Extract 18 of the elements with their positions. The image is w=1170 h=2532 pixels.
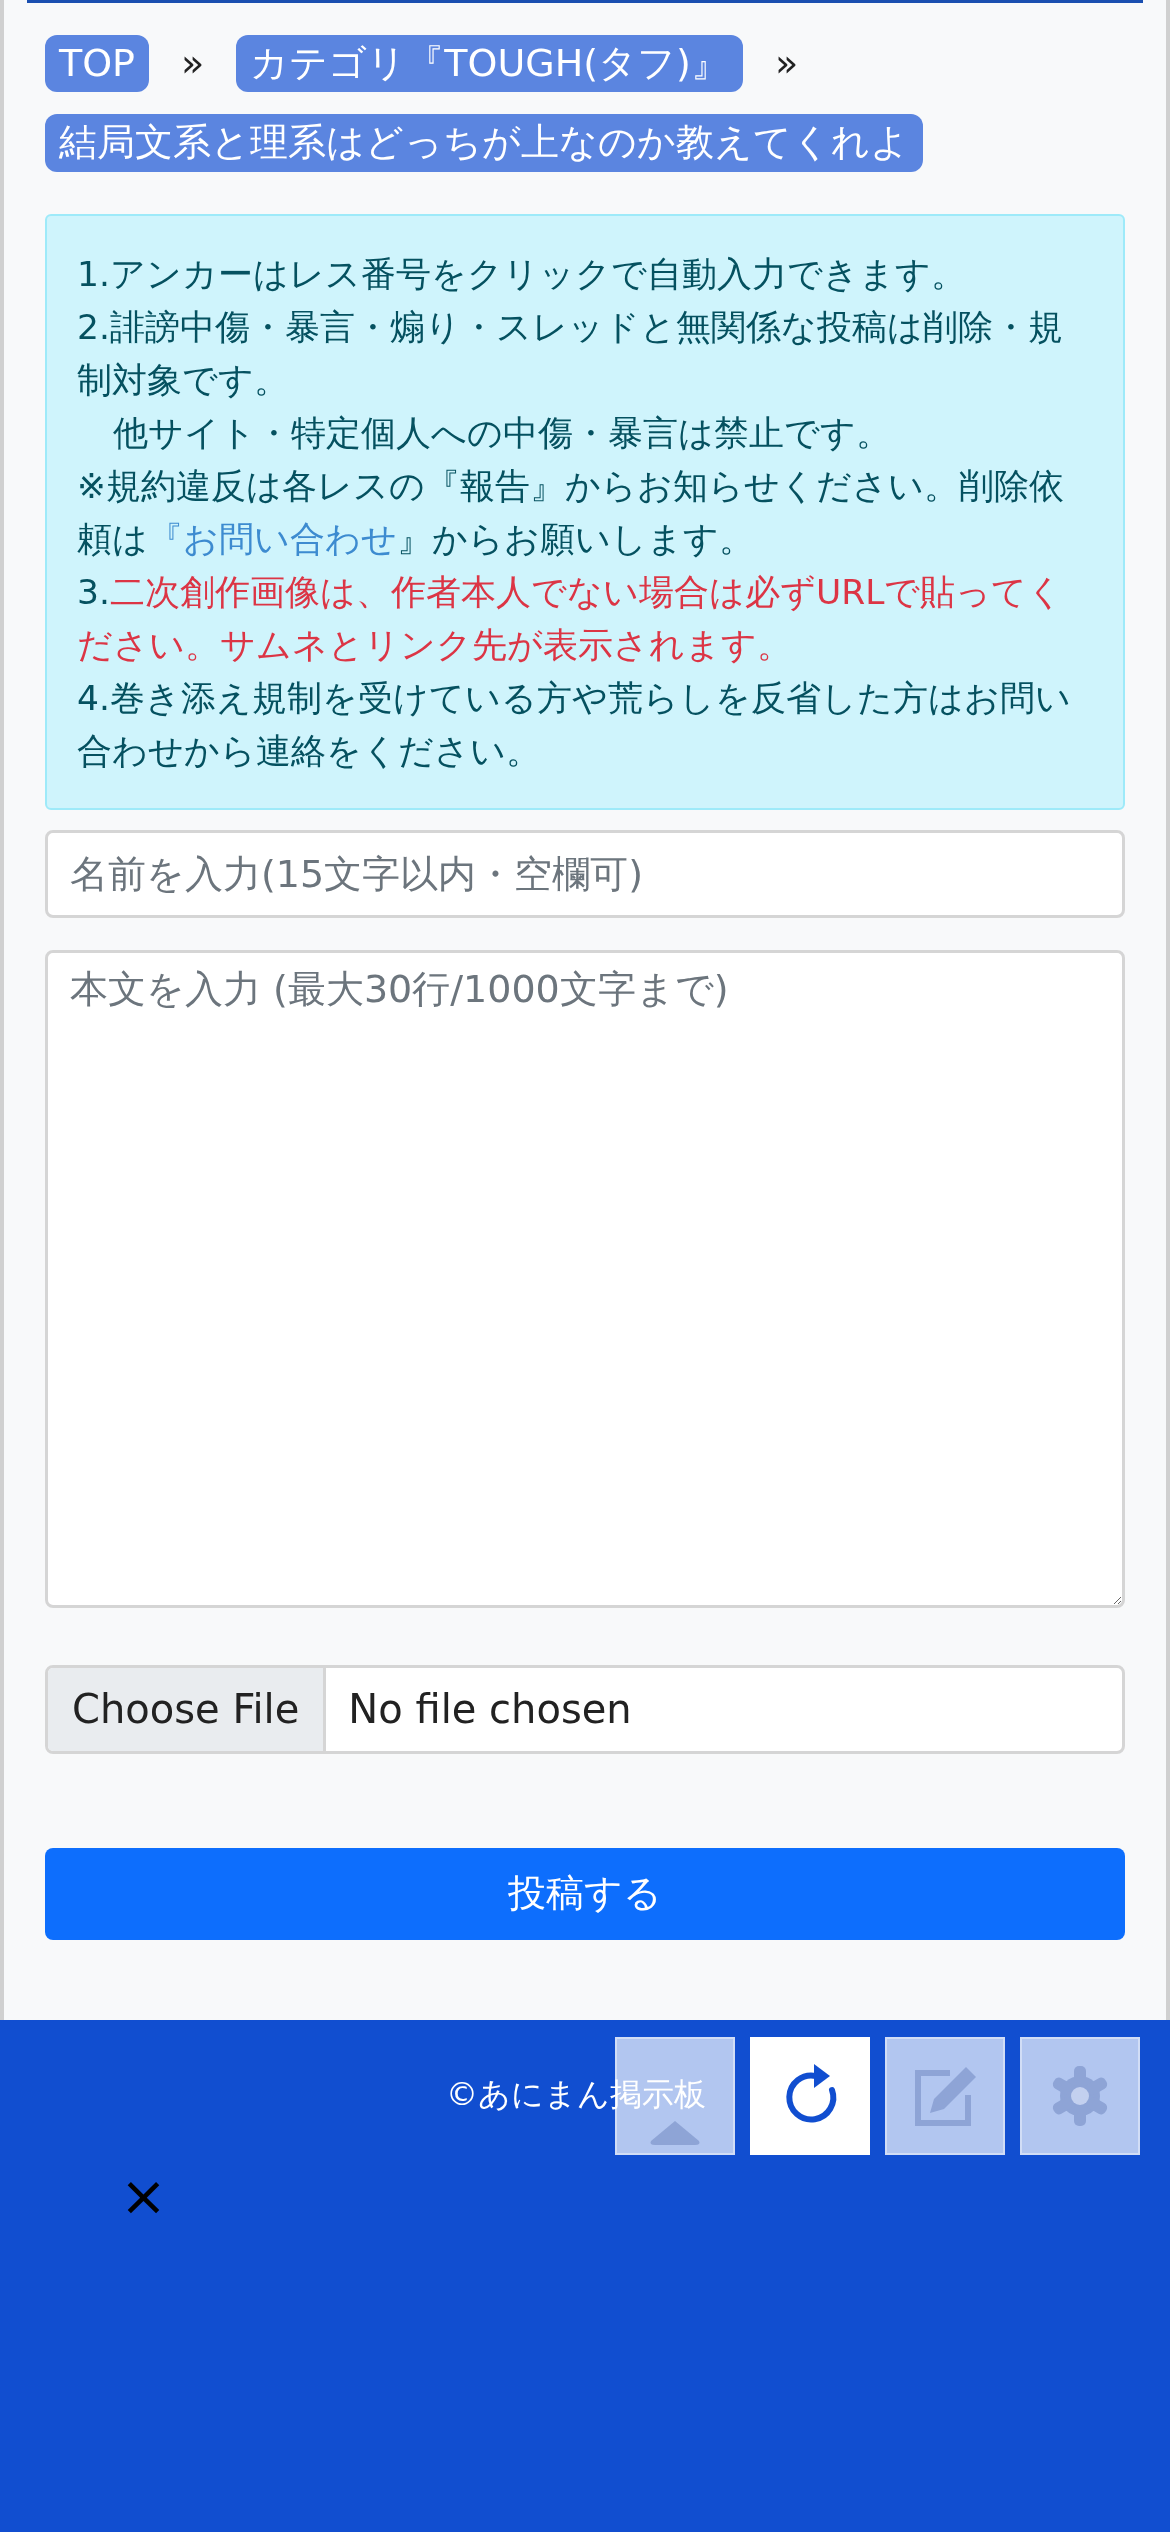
notice-text: ※規約違反は各レスの『報告』からお知らせください。削除依頼は『お問い合わせ』からお願いします。 (77, 464, 1065, 561)
file-input[interactable]: Choose File No file chosen (45, 1664, 1125, 1754)
close-button[interactable]: × (120, 2168, 167, 2224)
breadcrumb-link[interactable]: カテゴリ『TOUGH(タフ)』 (236, 35, 743, 93)
footer-button[interactable] (750, 2037, 870, 2155)
inquiry-link[interactable]: 『お問い合わせ (148, 518, 397, 559)
breadcrumb-link[interactable]: TOP (45, 35, 150, 93)
breadcrumb-separator: » (181, 40, 205, 88)
notice-text: 4.巻き添え規制を受けている方や荒らしを反省した方はお問い合わせから連絡をください。 (77, 676, 1072, 773)
name-field[interactable]: 名前を入力(15文字以内・空欄可) (45, 829, 1125, 918)
notice-text: 3.二次創作画像は、作者本人でない場合は必ずURLで貼ってください。サムネとリンク先が表示されます。 (77, 570, 1065, 667)
message-field[interactable]: 本文を入力 (最大30行/1000文字まで) (45, 949, 1125, 1608)
notice-text: 2.誹謗中傷・暴言・煽り・スレッドと無関係な投稿は削除・規制対象です。 (77, 305, 1064, 402)
breadcrumb-separator: » (774, 40, 799, 88)
breadcrumb-link[interactable]: 結局文系と理系はどっちが上なのか教えてくれよ (45, 114, 923, 172)
notice-text: 他サイト・特定個人への中傷・暴言は禁止です。 (112, 411, 892, 455)
submit-button[interactable]: 投稿する (45, 1847, 1125, 1940)
notice-text: 1.アンカーはレス番号をクリックで自動入力できます。 (77, 252, 967, 296)
